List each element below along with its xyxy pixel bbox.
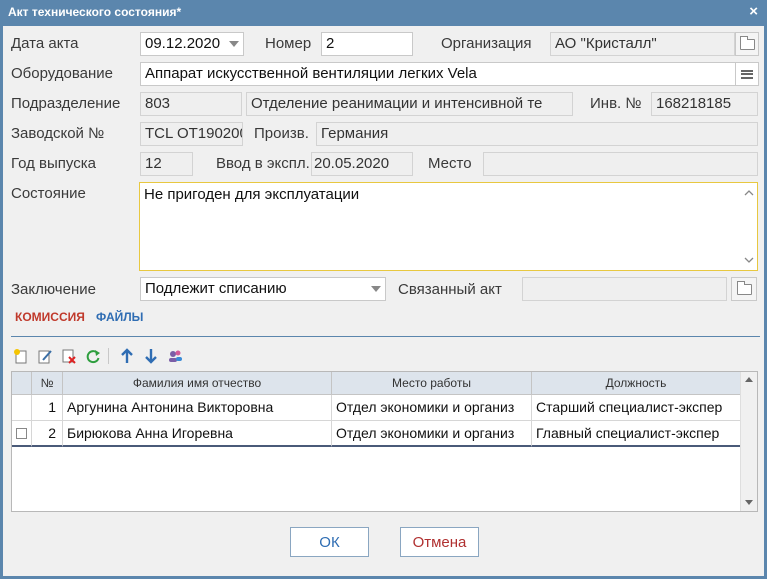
equipment-menu-button[interactable] [735, 62, 759, 86]
grid-header-work[interactable]: Место работы [332, 372, 532, 395]
dialog-window: Акт технического состояния* × Дата акта … [0, 0, 767, 579]
folder-icon [739, 35, 755, 50]
equipment-label: Оборудование [11, 65, 114, 82]
conclusion-label: Заключение [11, 281, 96, 298]
division-code: 803 [145, 95, 171, 112]
linked-label: Связанный акт [398, 281, 502, 298]
tab-commission[interactable]: КОМИССИЯ [11, 310, 89, 324]
state-label: Состояние [11, 185, 86, 202]
table-row-work[interactable]: Отдел экономики и организ [332, 395, 532, 421]
scrollbar-arrows-icon [744, 190, 754, 263]
serial-value: TCL OT190200 [145, 125, 243, 142]
tab-files[interactable]: ФАЙЛЫ [92, 310, 147, 324]
place-field[interactable] [483, 152, 758, 176]
scrollbar-arrows-icon [745, 377, 753, 505]
table-row-name[interactable]: Аргунина Антонина Викторовна [63, 395, 332, 421]
place-label: Место [428, 155, 472, 172]
commission-grid: № Фамилия имя отчество Место работы Долж… [11, 371, 758, 512]
row-checkbox-cell[interactable] [12, 395, 32, 421]
year-field[interactable]: 12 [140, 152, 193, 176]
org-browse-button[interactable] [735, 32, 759, 56]
grid-header-position[interactable]: Должность [532, 372, 741, 395]
arrow-down-icon[interactable] [141, 346, 161, 366]
refresh-icon[interactable] [83, 346, 103, 366]
serial-field[interactable]: TCL OT190200 [140, 122, 243, 146]
conclusion-select[interactable]: Подлежит списанию [140, 277, 386, 301]
number-value: 2 [326, 35, 335, 52]
close-icon[interactable]: × [749, 3, 758, 20]
edit-icon[interactable] [35, 346, 55, 366]
grid-header-select [12, 372, 32, 395]
org-value: АО "Кристалл" [555, 35, 657, 52]
cancel-button[interactable]: Отмена [400, 527, 479, 557]
division-name-field[interactable]: Отделение реанимации и интенсивной те [246, 92, 573, 116]
tab-strip: КОМИССИЯ ФАЙЛЫ [11, 310, 760, 337]
checkbox[interactable] [16, 428, 27, 439]
commission-label: Ввод в экспл. [216, 155, 310, 172]
chevron-down-icon[interactable] [225, 33, 243, 55]
manuf-value: Германия [321, 125, 389, 142]
toolbar-separator [108, 348, 109, 364]
row-checkbox-cell[interactable] [12, 421, 32, 447]
ok-button[interactable]: ОК [290, 527, 369, 557]
chevron-down-icon[interactable] [367, 278, 385, 300]
inv-field[interactable]: 168218185 [651, 92, 758, 116]
table-row-number: 1 [32, 395, 63, 421]
arrow-up-icon[interactable] [117, 346, 137, 366]
table-row-position[interactable]: Главный специалист-экспер [532, 421, 741, 447]
users-icon[interactable] [165, 346, 185, 366]
inv-value: 168218185 [656, 95, 732, 112]
division-name: Отделение реанимации и интенсивной те [251, 95, 543, 112]
state-scrollbar[interactable] [741, 183, 757, 270]
number-field[interactable]: 2 [321, 32, 413, 56]
year-value: 12 [145, 155, 162, 172]
linked-field[interactable] [522, 277, 727, 301]
division-label: Подразделение [11, 95, 121, 112]
inv-label: Инв. № [590, 95, 642, 112]
delete-icon[interactable] [59, 346, 79, 366]
date-field[interactable]: 09.12.2020 [140, 32, 244, 56]
division-code-field[interactable]: 803 [140, 92, 242, 116]
table-row-work[interactable]: Отдел экономики и организ [332, 421, 532, 447]
org-label: Организация [441, 35, 532, 52]
state-textarea[interactable]: Не пригоден для эксплуатации [139, 182, 758, 271]
dialog-body: Дата акта 09.12.2020 Номер 2 Организация… [3, 26, 764, 576]
conclusion-value: Подлежит списанию [145, 280, 287, 297]
folder-icon [736, 280, 752, 295]
grid-header-name[interactable]: Фамилия имя отчество [63, 372, 332, 395]
menu-icon [741, 69, 753, 79]
table-row-number: 2 [32, 421, 63, 447]
date-value: 09.12.2020 [145, 35, 221, 52]
commission-value: 20.05.2020 [314, 155, 390, 172]
title-bar[interactable]: Акт технического состояния* × [0, 0, 767, 26]
equipment-field[interactable]: Аппарат искусственной вентиляции легких … [140, 62, 736, 86]
number-label: Номер [265, 35, 312, 52]
manuf-field[interactable]: Германия [316, 122, 758, 146]
grid-header-number[interactable]: № [32, 372, 63, 395]
serial-label: Заводской № [11, 125, 105, 142]
window-title: Акт технического состояния* [8, 5, 182, 19]
linked-browse-button[interactable] [731, 277, 757, 301]
date-label: Дата акта [11, 35, 79, 52]
new-icon[interactable] [11, 346, 31, 366]
table-row-position[interactable]: Старший специалист-экспер [532, 395, 741, 421]
table-row-name[interactable]: Бирюкова Анна Игоревна [63, 421, 332, 447]
commission-field[interactable]: 20.05.2020 [311, 152, 413, 176]
org-field[interactable]: АО "Кристалл" [550, 32, 735, 56]
year-label: Год выпуска [11, 155, 96, 172]
manuf-label: Произв. [254, 125, 309, 142]
grid-scrollbar[interactable] [740, 372, 757, 511]
equipment-value: Аппарат искусственной вентиляции легких … [145, 65, 477, 82]
